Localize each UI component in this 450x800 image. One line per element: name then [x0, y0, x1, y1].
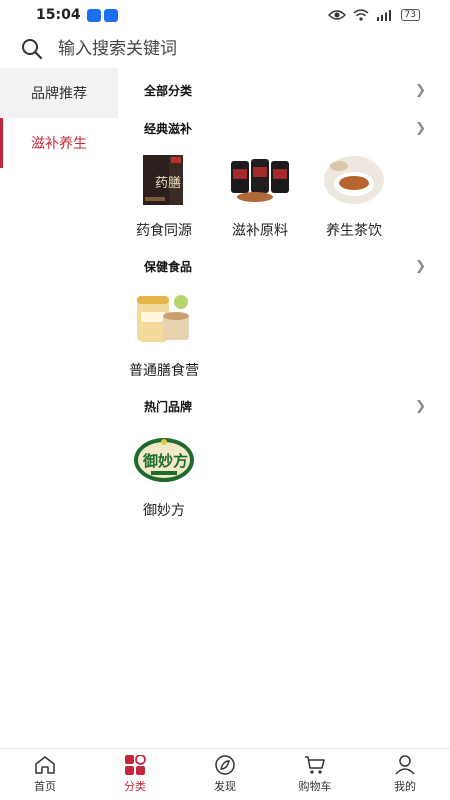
category-label: 滋补原料 — [232, 223, 288, 239]
section-title: 经典滋补 — [144, 121, 193, 136]
product-image: 药膳 — [133, 152, 195, 208]
chevron-right-icon[interactable]: ❯ — [415, 83, 426, 98]
tab-profile[interactable]: 我的 — [360, 749, 450, 800]
tab-cart[interactable]: 购物车 — [270, 749, 360, 800]
search-bar[interactable] — [0, 30, 450, 68]
sidebar-item-nourishing[interactable]: 滋补养生 — [0, 118, 118, 168]
bottom-tab-bar: 首页 分类 发现 购物车 我的 — [0, 748, 450, 800]
section-title: 热门品牌 — [144, 399, 193, 414]
category-content: 全部分类 ❯ 经典滋补 ❯ 药膳 药食同源 滋补原料 养生茶饮 保健食品 ❯ 普… — [118, 68, 450, 748]
signal-icon — [376, 10, 391, 21]
section-all-categories[interactable]: 全部分类 ❯ — [144, 80, 426, 100]
search-input[interactable] — [58, 39, 418, 59]
section-title: 保健食品 — [144, 259, 193, 274]
sidebar-item-label: 滋补养生 — [31, 136, 87, 152]
search-icon[interactable] — [20, 37, 44, 61]
brand-logo-text: 御妙方 — [142, 452, 188, 470]
wifi-icon — [353, 9, 369, 21]
app-notification-icon — [86, 8, 101, 22]
tab-category[interactable]: 分类 — [90, 749, 180, 800]
product-image — [323, 152, 385, 208]
category-label: 养生茶饮 — [326, 223, 382, 239]
tab-label: 分类 — [124, 780, 146, 793]
category-tile-tea[interactable]: 养生茶饮 — [306, 152, 402, 240]
status-bar: 15:04 73 — [0, 0, 450, 30]
section-classic-nourishing[interactable]: 经典滋补 ❯ — [144, 118, 426, 138]
tab-discover[interactable]: 发现 — [180, 749, 270, 800]
category-label: 普通膳食营 — [129, 363, 199, 379]
brand-logo: 御妙方 — [133, 432, 195, 488]
category-sidebar: 品牌推荐 滋补养生 — [0, 68, 118, 748]
home-icon — [35, 756, 55, 774]
category-icon — [125, 755, 146, 775]
chevron-right-icon[interactable]: ❯ — [415, 399, 426, 414]
chevron-right-icon[interactable]: ❯ — [415, 121, 426, 136]
section-hot-brands[interactable]: 热门品牌 ❯ — [144, 396, 426, 416]
status-time: 15:04 — [36, 7, 81, 23]
user-icon — [395, 755, 415, 775]
chevron-right-icon[interactable]: ❯ — [415, 259, 426, 274]
sidebar-item-label: 品牌推荐 — [31, 86, 87, 102]
box-text: 药膳 — [155, 175, 181, 191]
notification-icons — [86, 8, 118, 22]
tab-label: 我的 — [394, 780, 416, 793]
tab-home[interactable]: 首页 — [0, 749, 90, 800]
product-image — [133, 292, 195, 348]
tab-label: 购物车 — [298, 780, 332, 793]
battery-icon: 73 — [400, 9, 420, 21]
product-image — [229, 152, 291, 208]
tab-label: 发现 — [214, 780, 236, 793]
category-tile-yaoshi[interactable]: 药膳 药食同源 — [116, 152, 212, 240]
category-label: 药食同源 — [136, 223, 192, 239]
cloud-notification-icon — [103, 8, 118, 22]
tab-label: 首页 — [34, 780, 56, 793]
discover-icon — [215, 755, 235, 775]
sidebar-item-brand-recommend[interactable]: 品牌推荐 — [0, 68, 118, 118]
category-tile-raw-materials[interactable]: 滋补原料 — [212, 152, 308, 240]
eye-icon — [327, 10, 346, 20]
status-right: 73 — [327, 9, 420, 21]
section-title: 全部分类 — [144, 83, 193, 98]
section-health-food[interactable]: 保健食品 ❯ — [144, 256, 426, 276]
brand-label: 御妙方 — [143, 503, 185, 519]
category-tile-dietary[interactable]: 普通膳食营 — [116, 292, 212, 380]
cart-icon — [305, 756, 325, 774]
brand-tile-yumiaofang[interactable]: 御妙方 御妙方 — [116, 432, 212, 520]
